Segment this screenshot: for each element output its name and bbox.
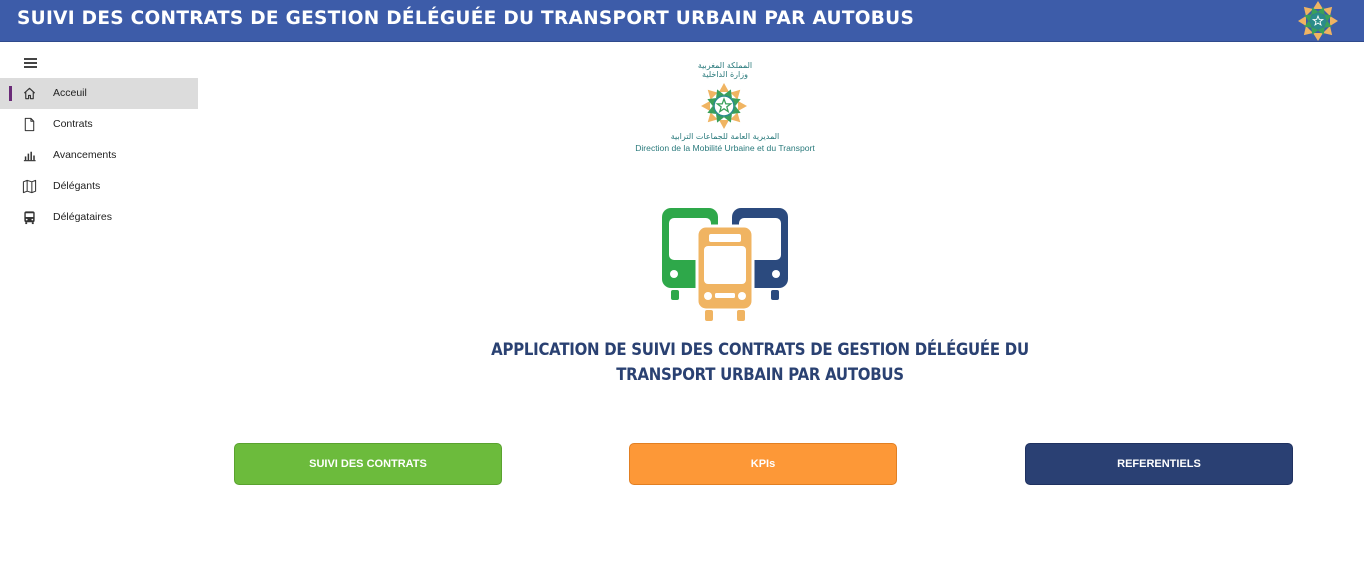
sidebar-item-contrats[interactable]: Contrats [0,109,198,140]
hamburger-menu-icon[interactable] [21,55,41,71]
arabic-ministry-text: وزارة الداخلية [702,70,748,79]
three-buses-illustration [660,206,790,324]
application-title-line1: APPLICATION DE SUIVI DES CONTRATS DE GES… [491,340,1029,360]
sidebar-item-avancements[interactable]: Avancements [0,140,198,171]
bus-icon [24,211,35,225]
sidebar-item-label: Délégants [53,180,101,192]
sidebar-item-label: Avancements [53,149,117,161]
application-title-line2: TRANSPORT URBAIN PAR AUTOBUS [616,365,904,385]
map-icon [22,179,37,194]
ministry-logo: المملكة المغربية وزارة الداخلية المديرية… [620,58,830,158]
sidebar-item-delegataires[interactable]: Délégataires [0,202,198,233]
sidebar-item-delegants[interactable]: Délégants [0,171,198,202]
suivi-des-contrats-button[interactable]: SUIVI DES CONTRATS [234,443,502,485]
home-icon [23,87,36,100]
app-header-title: SUIVI DES CONTRATS DE GESTION DÉLÉGUÉE D… [17,8,915,29]
sidebar-item-label: Contrats [53,118,93,130]
kpis-button[interactable]: KPIs [629,443,897,485]
sidebar-item-label: Délégataires [53,211,112,223]
application-title: APPLICATION DE SUIVI DES CONTRATS DE GES… [461,338,1059,388]
sidebar-item-label: Acceuil [53,87,87,99]
document-icon [24,117,35,132]
bar-chart-icon [23,151,36,162]
french-directorate-text: Direction de la Mobilité Urbaine et du T… [635,143,815,153]
ministry-emblem-icon [1294,0,1342,42]
top-bar: SUIVI DES CONTRATS DE GESTION DÉLÉGUÉE D… [0,0,1364,42]
sidebar-item-acceuil[interactable]: Acceuil [0,78,198,109]
sidebar: Acceuil Contrats Avancements Délégants D… [0,43,198,564]
star-emblem-icon [698,82,750,130]
arabic-directorate-text: المديرية العامة للجماعات الترابية [670,132,780,141]
active-item-marker [9,86,12,101]
arabic-kingdom-text: المملكة المغربية [697,61,753,70]
referentiels-button[interactable]: REFERENTIELS [1025,443,1293,485]
